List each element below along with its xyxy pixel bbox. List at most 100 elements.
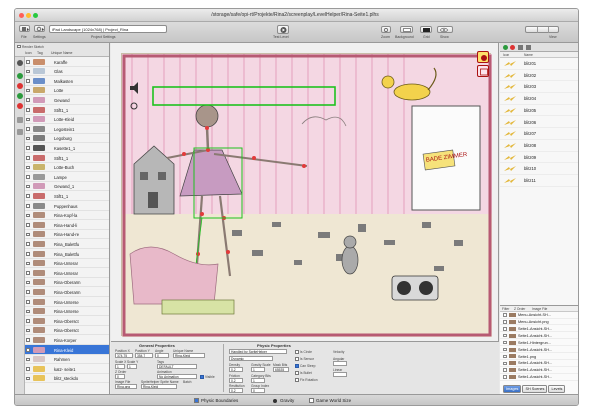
list-item[interactable]: Lotte — [25, 86, 109, 96]
refresh-icon[interactable] — [518, 45, 523, 50]
list-item[interactable]: Lampe — [25, 172, 109, 182]
list-item[interactable]: Rina-Unterse — [25, 297, 109, 307]
list-item[interactable]: Lotte-Kleid — [25, 115, 109, 125]
col-icon[interactable]: Icon — [25, 51, 32, 55]
row-visibility-checkbox[interactable] — [26, 242, 30, 246]
background-color-button[interactable] — [400, 26, 413, 33]
row-visibility-checkbox[interactable] — [26, 328, 30, 333]
scene-size-select[interactable]: iPad Landscape (1024x768) | Project_Rina — [49, 25, 167, 33]
folder-icon[interactable] — [526, 45, 531, 50]
image-list-item[interactable]: blitz01 — [500, 58, 578, 70]
visible-checkbox[interactable] — [200, 375, 204, 379]
scene-files-list[interactable]: Menu-Ansicht-SH... Menu-Ansicht.png Seite1… — [500, 312, 578, 382]
row-visibility-checkbox[interactable] — [26, 376, 30, 381]
images-list[interactable]: blitz01 blitz02 blitz03 blitz04 blitz05 blitz… — [500, 58, 578, 305]
z-order-field[interactable]: 0 — [115, 374, 125, 379]
list-item[interactable]: Rina-Kopf-la — [25, 211, 109, 221]
show-button[interactable] — [437, 26, 453, 33]
body-type-select[interactable]: Dynamic — [229, 356, 273, 361]
scene-file-checkbox[interactable] — [503, 347, 507, 352]
is-sensor-checkbox[interactable] — [295, 357, 299, 361]
scene-file-row[interactable]: Seite1-Ansicht-SH... — [500, 333, 578, 340]
list-item[interactable]: katz- seite1 — [25, 364, 109, 374]
scene-file-checkbox[interactable] — [503, 340, 507, 345]
scale-x-field[interactable]: 1 — [115, 364, 125, 369]
skateboard[interactable] — [161, 299, 235, 315]
row-visibility-checkbox[interactable] — [26, 367, 30, 371]
list-item[interactable]: Rina-Unterar — [25, 259, 109, 269]
scene-file-row[interactable]: Seite1.png — [500, 353, 578, 360]
list-item[interactable]: blitz_steckdo — [25, 374, 109, 384]
row-visibility-checkbox[interactable] — [26, 98, 30, 102]
row-visibility-checkbox[interactable] — [26, 117, 30, 122]
remove-image-icon[interactable] — [510, 45, 515, 50]
gravity-icon[interactable] — [273, 399, 277, 403]
scene-file-row[interactable]: Seite1-Ansicht-SH... — [500, 326, 578, 333]
category-bits-field[interactable]: 1 — [251, 378, 265, 383]
scene-artwork[interactable]: BADE ZIMMER — [122, 54, 492, 337]
list-item[interactable]: Rina-Obersct — [25, 326, 109, 336]
row-visibility-checkbox[interactable] — [26, 204, 30, 208]
sprite-list[interactable]: Karaffe Glas Malkasten Lotte Gewand Stift1_1 L… — [15, 57, 109, 394]
list-item[interactable]: Rina-Kleid — [25, 345, 109, 355]
scale-y-field[interactable]: 1 — [127, 364, 137, 369]
add-image-icon[interactable] — [503, 45, 508, 50]
image-list-item[interactable]: blitz05 — [500, 105, 578, 117]
image-list-item[interactable]: blitz11 — [500, 175, 578, 187]
list-item[interactable]: Gewand_1 — [25, 182, 109, 192]
linear-velocity-field[interactable] — [333, 372, 347, 377]
row-visibility-checkbox[interactable] — [26, 194, 30, 198]
row-visibility-checkbox[interactable] — [26, 184, 30, 189]
gravity-scale-field[interactable]: 1 — [251, 367, 265, 372]
tab-levels[interactable]: Levels — [548, 385, 566, 393]
row-visibility-checkbox[interactable] — [26, 79, 30, 83]
list-item[interactable]: Rina-Korper — [25, 335, 109, 345]
row-visibility-checkbox[interactable] — [26, 300, 30, 304]
row-visibility-checkbox[interactable] — [26, 175, 30, 179]
friction-field[interactable]: 0.2 — [229, 378, 243, 383]
render-sketch-checkbox[interactable] — [17, 44, 21, 48]
zoom-window-button[interactable] — [33, 13, 38, 18]
list-item[interactable]: Stift1_1 — [25, 191, 109, 201]
row-visibility-checkbox[interactable] — [26, 146, 30, 150]
settings-button[interactable] — [34, 25, 45, 32]
position-x-field[interactable]: 374.75 — [115, 353, 133, 358]
row-visibility-checkbox[interactable] — [26, 213, 30, 218]
scene-file-checkbox[interactable] — [503, 327, 507, 331]
image-list-item[interactable]: blitz09 — [500, 152, 578, 164]
list-item[interactable]: Rina-Oberarm — [25, 287, 109, 297]
list-item[interactable]: Legostein1 — [25, 124, 109, 134]
image-list-item[interactable]: blitz03 — [500, 81, 578, 94]
is-bullet-checkbox[interactable] — [295, 371, 299, 375]
is-circle-checkbox[interactable] — [295, 350, 299, 354]
col-tag[interactable]: Tag — [37, 51, 43, 55]
list-item[interactable]: Stift1_1 — [25, 153, 109, 163]
scene-file-row[interactable]: Seite1-Ansicht-SH... — [500, 374, 578, 381]
scene-file-checkbox[interactable] — [503, 333, 507, 338]
tab-images[interactable]: Images — [503, 385, 522, 393]
row-visibility-checkbox[interactable] — [26, 309, 30, 314]
col-image-name[interactable]: Name — [524, 53, 533, 57]
row-visibility-checkbox[interactable] — [26, 127, 30, 131]
close-window-button[interactable] — [19, 13, 24, 18]
list-item[interactable]: Lotte-Buch — [25, 163, 109, 173]
test-level-button[interactable] — [277, 25, 289, 34]
list-item[interactable]: Kasette1_1 — [25, 143, 109, 153]
row-visibility-checkbox[interactable] — [26, 271, 30, 275]
mask-bits-field[interactable]: 65535 — [273, 367, 289, 372]
handled-by-spritehelper-toggle[interactable]: Handled by SpriteHelper — [229, 349, 287, 354]
image-list-item[interactable]: blitz10 — [500, 163, 578, 175]
image-list-item[interactable]: blitz08 — [500, 140, 578, 152]
col-unique-name[interactable]: Unique Name — [51, 51, 72, 55]
row-visibility-checkbox[interactable] — [26, 290, 30, 294]
row-visibility-checkbox[interactable] — [26, 319, 30, 323]
angular-velocity-field[interactable] — [333, 361, 347, 366]
list-item[interactable]: Rina-Hand-li — [25, 220, 109, 230]
list-item[interactable]: Rina-Hand-re — [25, 230, 109, 240]
list-item[interactable]: Rina-Oberarm — [25, 278, 109, 288]
row-visibility-checkbox[interactable] — [26, 357, 30, 362]
list-item[interactable]: Legoburg — [25, 134, 109, 144]
image-list-item[interactable]: blitz07 — [500, 128, 578, 140]
row-visibility-checkbox[interactable] — [26, 69, 30, 74]
scene-file-checkbox[interactable] — [503, 320, 507, 324]
